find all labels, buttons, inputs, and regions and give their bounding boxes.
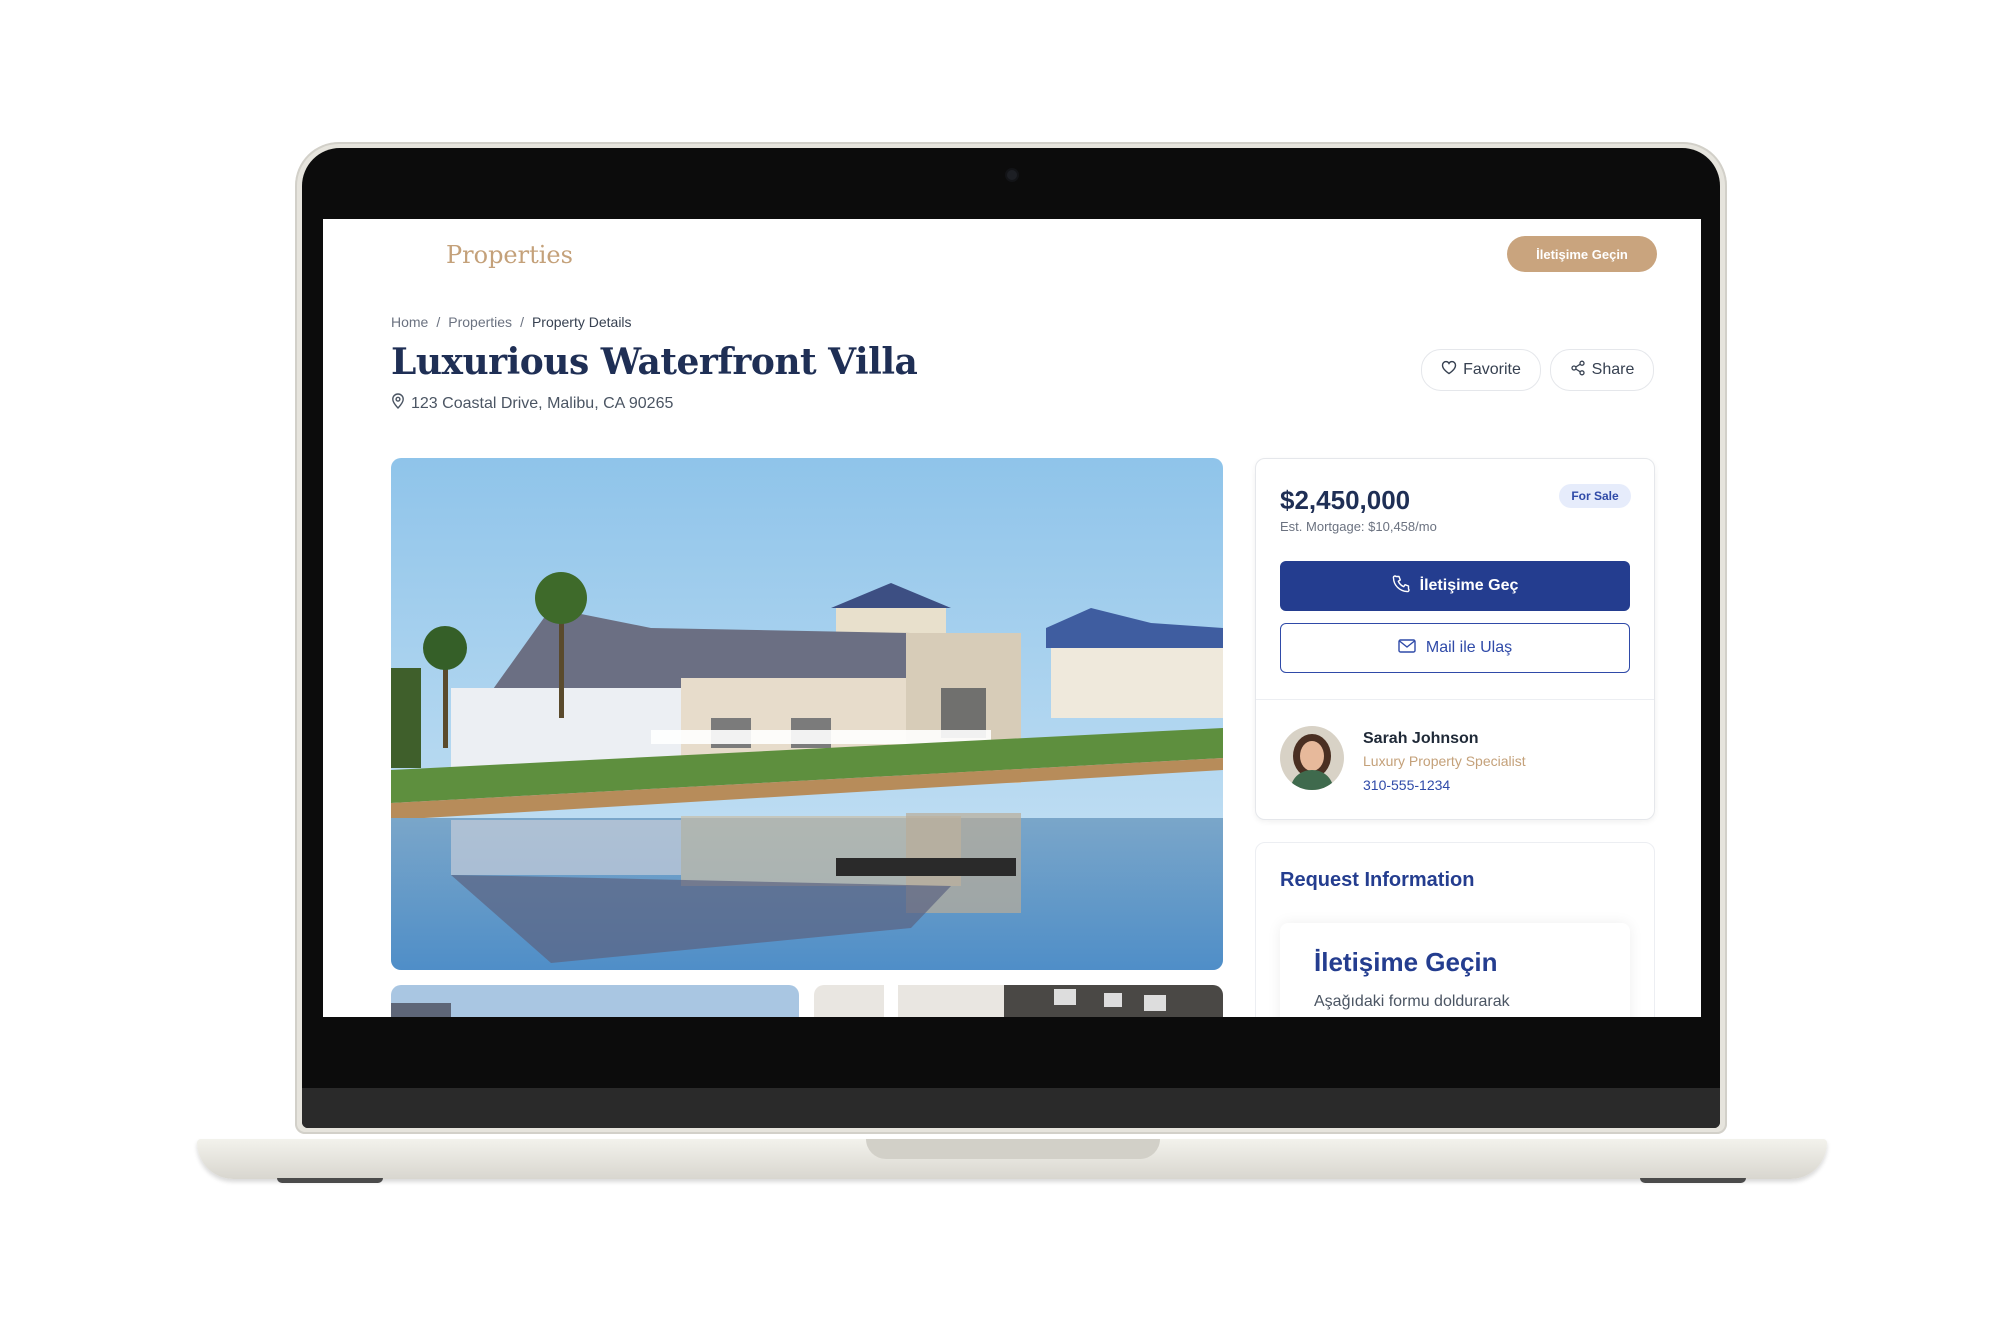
property-main-photo[interactable] [391, 458, 1223, 970]
favorite-button[interactable]: Favorite [1421, 349, 1541, 391]
laptop-bezel-bottom [302, 1088, 1720, 1128]
favorite-label: Favorite [1463, 361, 1521, 378]
agent-name: Sarah Johnson [1363, 730, 1479, 747]
call-button-label: İletişime Geç [1419, 577, 1519, 594]
breadcrumb-home[interactable]: Home [391, 314, 428, 330]
breadcrumb: Home / Properties / Property Details [391, 314, 632, 330]
property-price: $2,450,000 [1280, 485, 1411, 515]
form-description: Aşağıdaki formu doldurarak [1314, 993, 1510, 1010]
page-title: Luxurious Waterfront Villa [391, 341, 918, 383]
divider [1256, 699, 1654, 700]
call-agent-button[interactable]: İletişime Geç [1280, 561, 1630, 611]
laptop-foot [1640, 1178, 1746, 1183]
email-agent-button[interactable]: Mail ile Ulaş [1280, 623, 1630, 673]
mortgage-estimate: Est. Mortgage: $10,458/mo [1280, 519, 1437, 534]
phone-icon [1392, 574, 1410, 598]
mail-icon [1398, 638, 1416, 658]
agent-avatar [1280, 726, 1344, 790]
laptop-foot [277, 1178, 383, 1183]
header-contact-button[interactable]: İletişime Geçin [1507, 236, 1657, 272]
property-thumbnail[interactable] [391, 985, 799, 1017]
browser-screen: Properties İletişime Geçin Home / Proper… [323, 219, 1701, 1017]
share-button[interactable]: Share [1550, 349, 1654, 391]
brand-logo[interactable]: Properties [446, 241, 573, 269]
camera-icon [1007, 170, 1017, 180]
breadcrumb-current: Property Details [531, 314, 632, 330]
contact-form: İletişime Geçin Aşağıdaki formu doldurar… [1280, 923, 1630, 1017]
request-info-card: Request Information İletişime Geçin Aşağ… [1255, 842, 1655, 1017]
map-pin-icon [391, 393, 405, 414]
share-icon [1570, 360, 1586, 381]
form-title: İletişime Geçin [1314, 947, 1498, 977]
agent-phone-link[interactable]: 310-555-1234 [1363, 777, 1450, 793]
mail-button-label: Mail ile Ulaş [1425, 639, 1513, 656]
laptop-notch [866, 1139, 1160, 1159]
breadcrumb-separator: / [520, 314, 524, 330]
price-card: $2,450,000 Est. Mortgage: $10,458/mo For… [1255, 458, 1655, 820]
status-badge: For Sale [1559, 484, 1631, 508]
agent-title: Luxury Property Specialist [1363, 753, 1526, 769]
heart-icon [1441, 360, 1457, 380]
breadcrumb-properties[interactable]: Properties [448, 314, 512, 330]
property-address: 123 Coastal Drive, Malibu, CA 90265 [391, 393, 673, 414]
breadcrumb-separator: / [436, 314, 441, 330]
property-thumbnail[interactable] [814, 985, 1223, 1017]
share-label: Share [1591, 361, 1635, 378]
address-text: 123 Coastal Drive, Malibu, CA 90265 [411, 394, 674, 412]
request-info-title: Request Information [1280, 869, 1475, 891]
